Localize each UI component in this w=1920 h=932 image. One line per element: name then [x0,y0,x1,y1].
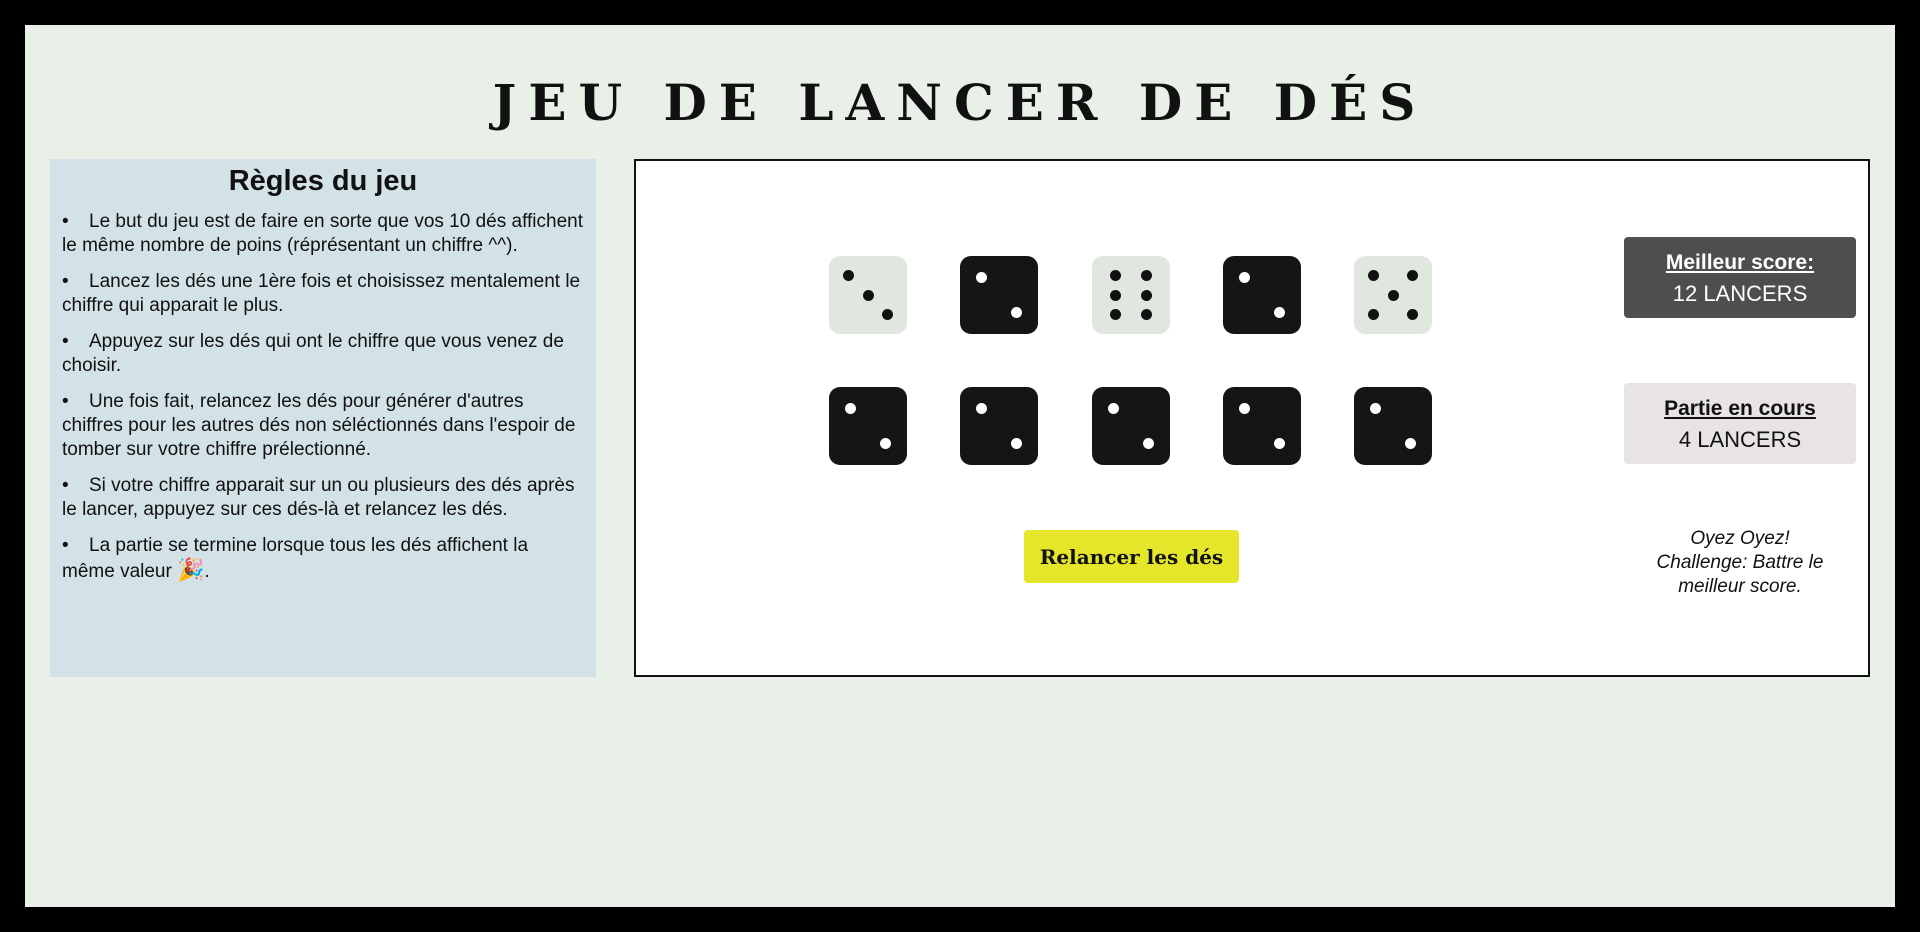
die-pip [1387,289,1399,301]
die-pip [1368,270,1379,281]
rule-item: • La partie se termine lorsque tous les d… [62,535,529,582]
die-pip [1109,270,1121,281]
rules-list: • Le but du jeu est de faire en sorte que… [62,210,584,584]
die-pip [843,270,854,281]
die-6[interactable] [829,387,907,465]
challenge-text: Oyez Oyez! Challenge: Battre le meilleur… [1656,528,1824,597]
die-pip [1404,437,1416,449]
die-pip [1370,403,1382,415]
die-4[interactable] [1223,256,1301,334]
die-pip [1239,272,1251,284]
party-popper-icon: 🎉 [177,557,205,582]
die-pip [1142,437,1154,449]
rule-item: • Le but du jeu est de faire en sorte que… [62,211,583,256]
die-pip [976,272,988,284]
rules-panel: Règles du jeu • Le but du jeu est de fair… [50,159,596,677]
die-pip [1141,270,1153,281]
die-1[interactable] [829,256,907,334]
rules-title: Règles du jeu [228,165,418,197]
current-game-label: Partie en cours [1664,397,1816,420]
die-pip [1407,270,1418,281]
die-9[interactable] [1223,387,1301,465]
best-score-box: Meilleur score: 12 LANCERS [1624,237,1856,318]
die-pip [1141,309,1153,320]
die-7[interactable] [960,387,1038,465]
rule-item: • Appuyez sur les dés qui ont le chiffre … [62,331,564,376]
die-pip [1010,306,1022,318]
die-pip [1010,437,1022,449]
die-pip [976,403,988,415]
page-frame: JEU DE LANCER DE DÉS Règles du jeu • Le b… [25,25,1895,907]
die-pip [862,289,874,301]
rule-item: • Si votre chiffre apparait sur un ou plu… [62,475,575,520]
die-2[interactable] [960,256,1038,334]
die-pip [1141,289,1153,301]
die-pip [1407,309,1418,320]
best-score-label: Meilleur score: [1665,251,1815,274]
current-game-value: 4 LANCERS [1678,427,1802,452]
die-pip [1273,306,1285,318]
current-game-box: Partie en cours 4 LANCERS [1624,383,1856,464]
die-pip [1108,403,1120,415]
page-title: JEU DE LANCER DE DÉS [492,73,1428,132]
die-10[interactable] [1354,387,1432,465]
die-3[interactable] [1092,256,1170,334]
rule-item: • Une fois fait, relancez les dés pour gé… [62,391,576,460]
die-pip [845,403,857,415]
die-pip [1368,309,1379,320]
die-5[interactable] [1354,256,1432,334]
die-pip [1109,289,1121,301]
game-board: Relancer les dés Meilleur score: 12 LANC… [634,159,1870,677]
best-score-value: 12 LANCERS [1672,281,1808,306]
die-8[interactable] [1092,387,1170,465]
rule-item: • Lancez les dés une 1ère fois et choisis… [62,271,581,316]
die-pip [882,309,893,320]
die-pip [1273,437,1285,449]
die-pip [879,437,891,449]
roll-dice-button[interactable]: Relancer les dés [1024,530,1239,583]
die-pip [1109,309,1121,320]
die-pip [1239,403,1251,415]
